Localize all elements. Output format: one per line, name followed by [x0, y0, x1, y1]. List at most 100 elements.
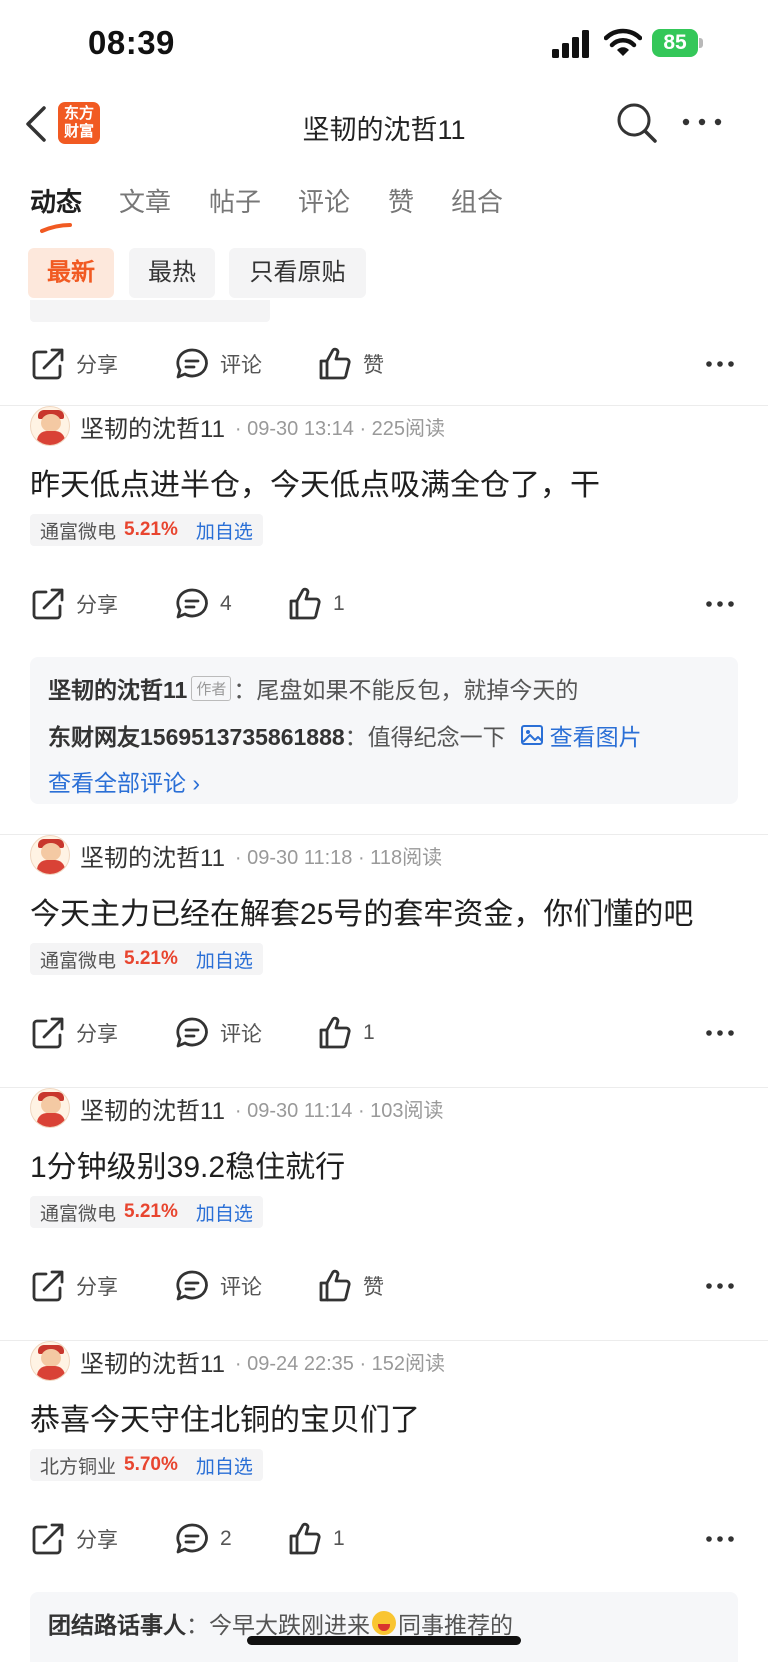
add-watchlist-button[interactable]: 加自选 — [196, 1199, 253, 1226]
stock-change: 5.21% — [124, 519, 178, 540]
filter-hottest[interactable]: 最热 — [129, 248, 215, 298]
comment-author[interactable]: 团结路话事人 — [48, 1606, 186, 1640]
partial-stock-tag — [30, 300, 270, 322]
post-card[interactable]: 坚韧的沈哲11 · 09-24 22:35 · 152阅读 恭喜今天守住北铜的宝… — [0, 1339, 768, 1589]
avatar[interactable] — [30, 835, 70, 875]
add-watchlist-button[interactable]: 加自选 — [196, 1452, 253, 1479]
share-icon — [32, 588, 64, 620]
author-name[interactable]: 坚韧的沈哲11 — [80, 1344, 225, 1379]
view-image-link[interactable]: 查看图片 — [520, 718, 642, 752]
post-actions: 分享 2 1 — [0, 1515, 768, 1563]
tab-comments[interactable]: 评论 — [298, 182, 350, 219]
comment-preview[interactable]: 团结路话事人 ： 今早大跌刚进来 同事推荐的 — [30, 1592, 738, 1662]
comment-separator: ： — [344, 724, 368, 750]
home-indicator[interactable] — [247, 1636, 521, 1645]
post-text[interactable]: 恭喜今天守住北铜的宝贝们了 — [30, 1395, 420, 1439]
post-more-icon[interactable] — [704, 1021, 736, 1045]
tab-portfolio[interactable]: 组合 — [451, 182, 503, 219]
avatar[interactable] — [30, 1341, 70, 1381]
post-more-icon[interactable] — [704, 592, 736, 616]
post-text[interactable]: 1分钟级别39.2稳住就行 — [30, 1142, 345, 1186]
stock-name: 通富微电 — [40, 521, 117, 543]
comment-label: 评论 — [220, 1276, 262, 1299]
stock-tag[interactable]: 通富微电 5.21% 加自选 — [30, 514, 263, 546]
like-button[interactable]: 1 — [287, 580, 345, 628]
post-more-icon[interactable] — [704, 1274, 736, 1298]
stock-tag[interactable]: 通富微电 5.21% 加自选 — [30, 1196, 263, 1228]
comment-item[interactable]: 坚韧的沈哲11 作者 ： 尾盘如果不能反包，就掉今天的 — [48, 671, 578, 705]
author-name[interactable]: 坚韧的沈哲11 — [80, 1091, 225, 1126]
author-badge: 作者 — [191, 675, 232, 701]
stock-tag[interactable]: 通富微电 5.21% 加自选 — [30, 943, 263, 975]
post-header: 坚韧的沈哲11 · 09-30 11:18 · 118阅读 — [30, 833, 442, 877]
view-image-label: 查看图片 — [549, 724, 642, 750]
stock-change: 5.21% — [124, 948, 178, 969]
tab-articles[interactable]: 文章 — [119, 182, 171, 219]
comment-count: 4 — [220, 592, 232, 615]
view-all-comments-link[interactable]: 查看全部评论 › — [48, 764, 200, 798]
comment-preview[interactable]: 坚韧的沈哲11 作者 ： 尾盘如果不能反包，就掉今天的 东财网友15695137… — [30, 657, 738, 804]
tab-likes[interactable]: 赞 — [388, 182, 414, 219]
comment-author[interactable]: 坚韧的沈哲11 — [48, 671, 187, 705]
filter-original-only[interactable]: 只看原贴 — [229, 248, 366, 298]
comment-icon — [176, 1017, 208, 1048]
post-feed: 分享 评论 赞 坚韧的沈哲11 · 09-30 13:14 · 225阅读 昨天… — [0, 300, 768, 1662]
comment-item[interactable]: 东财网友1569513735861888 ： 值得纪念一下 查看图片 — [48, 718, 642, 752]
post-actions: 分享 评论 赞 — [0, 340, 768, 388]
comment-button[interactable]: 2 — [174, 1515, 232, 1563]
share-button[interactable]: 分享 — [30, 580, 118, 628]
share-label: 分享 — [76, 1023, 118, 1046]
image-icon — [520, 725, 543, 745]
post-more-icon[interactable] — [704, 352, 736, 376]
post-actions: 分享 评论 1 — [0, 1009, 768, 1057]
battery-level: 85 — [652, 29, 698, 57]
stock-change: 5.70% — [124, 1454, 178, 1475]
share-button[interactable]: 分享 — [30, 1262, 118, 1310]
like-count: 1 — [333, 1527, 345, 1550]
comment-text: 同事推荐的 — [398, 1612, 513, 1638]
comment-button[interactable]: 评论 — [174, 1009, 262, 1057]
like-button[interactable]: 1 — [317, 1009, 375, 1057]
stock-tag[interactable]: 北方铜业 5.70% 加自选 — [30, 1449, 263, 1481]
comment-button[interactable]: 4 — [174, 580, 232, 628]
like-button[interactable]: 赞 — [317, 340, 384, 388]
like-label: 赞 — [363, 354, 384, 377]
avatar[interactable] — [30, 406, 70, 446]
comment-button[interactable]: 评论 — [174, 340, 262, 388]
author-name[interactable]: 坚韧的沈哲11 — [80, 838, 225, 873]
thumbs-up-icon — [319, 1269, 351, 1302]
filter-latest[interactable]: 最新 — [28, 248, 114, 298]
like-button[interactable]: 1 — [287, 1515, 345, 1563]
share-button[interactable]: 分享 — [30, 1009, 118, 1057]
like-count: 1 — [333, 592, 345, 615]
post-card[interactable]: 坚韧的沈哲11 · 09-30 11:18 · 118阅读 今天主力已经在解套2… — [0, 833, 768, 1083]
stock-change: 5.21% — [124, 1201, 178, 1222]
share-icon — [32, 1270, 64, 1302]
add-watchlist-button[interactable]: 加自选 — [196, 946, 253, 973]
comment-author[interactable]: 东财网友1569513735861888 — [48, 718, 345, 752]
tab-dynamics[interactable]: 动态 — [30, 182, 82, 219]
share-button[interactable]: 分享 — [30, 1515, 118, 1563]
wifi-icon — [604, 28, 642, 56]
add-watchlist-button[interactable]: 加自选 — [196, 517, 253, 544]
comment-count: 2 — [220, 1527, 232, 1550]
post-header: 坚韧的沈哲11 · 09-30 11:14 · 103阅读 — [30, 1086, 444, 1130]
like-button[interactable]: 赞 — [317, 1262, 384, 1310]
tab-posts[interactable]: 帖子 — [209, 182, 261, 219]
post-card[interactable]: 坚韧的沈哲11 · 09-30 11:14 · 103阅读 1分钟级别39.2稳… — [0, 1086, 768, 1336]
post-text[interactable]: 昨天低点进半仓，今天低点吸满全仓了，干 — [30, 460, 600, 504]
post-more-icon[interactable] — [704, 1527, 736, 1551]
comment-button[interactable]: 评论 — [174, 1262, 262, 1310]
post-text[interactable]: 今天主力已经在解套25号的套牢资金，你们懂的吧 — [30, 889, 693, 933]
cellular-signal-icon — [552, 30, 589, 58]
comment-text: 值得纪念一下 — [367, 724, 506, 750]
post-actions: 分享 4 1 — [0, 580, 768, 628]
more-options-icon[interactable] — [680, 110, 724, 134]
avatar[interactable] — [30, 1088, 70, 1128]
share-button[interactable]: 分享 — [30, 340, 118, 388]
post-meta: · 09-30 13:14 · 225阅读 — [234, 417, 446, 440]
status-bar: 08:39 85 — [0, 0, 768, 90]
search-icon[interactable] — [616, 102, 658, 144]
author-name[interactable]: 坚韧的沈哲11 — [80, 409, 225, 444]
comment-item[interactable]: 团结路话事人 ： 今早大跌刚进来 同事推荐的 — [48, 1606, 513, 1640]
